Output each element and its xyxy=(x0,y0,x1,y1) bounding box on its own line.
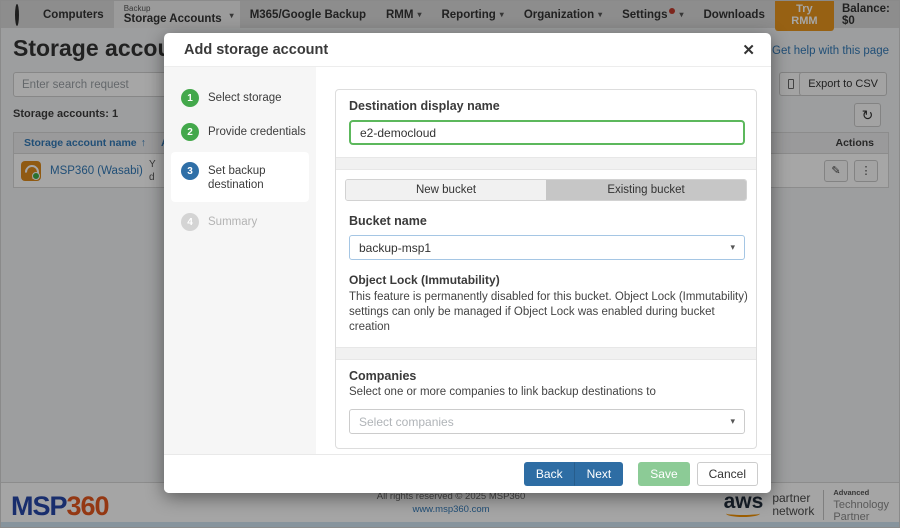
next-button[interactable]: Next xyxy=(575,462,624,486)
modal-header: Add storage account ✕ xyxy=(164,33,771,67)
companies-description: Select one or more companies to link bac… xyxy=(349,385,751,400)
step-1-label: Select storage xyxy=(208,89,282,105)
step-2-circle: 2 xyxy=(181,123,199,141)
chevron-down-icon: ▾ xyxy=(730,416,735,427)
form-panel: Destination display name New bucket Exis… xyxy=(335,89,757,449)
display-name-section: Destination display name xyxy=(336,90,756,157)
back-button[interactable]: Back xyxy=(524,462,575,486)
modal-body: 1 Select storage 2 Provide credentials 3… xyxy=(164,67,771,454)
step-summary: 4 Summary xyxy=(164,205,316,239)
wizard-content: Destination display name New bucket Exis… xyxy=(316,67,771,454)
step-2-label: Provide credentials xyxy=(208,123,306,139)
bucket-mode-tabs: New bucket Existing bucket xyxy=(345,179,747,201)
companies-select[interactable]: Select companies ▾ xyxy=(349,409,745,434)
object-lock-description: This feature is permanently disabled for… xyxy=(349,290,751,335)
display-name-label: Destination display name xyxy=(349,99,743,113)
tab-new-bucket[interactable]: New bucket xyxy=(346,180,546,200)
step-1-circle: 1 xyxy=(181,89,199,107)
modal-title: Add storage account xyxy=(184,42,328,58)
bucket-section: New bucket Existing bucket Bucket name b… xyxy=(336,170,756,347)
step-set-backup-destination[interactable]: 3 Set backup destination xyxy=(171,152,309,202)
add-storage-account-modal: Add storage account ✕ 1 Select storage 2… xyxy=(164,33,771,493)
display-name-input[interactable] xyxy=(349,120,745,145)
cancel-button[interactable]: Cancel xyxy=(697,462,758,486)
close-icon[interactable]: ✕ xyxy=(742,41,755,59)
bucket-name-select[interactable]: backup-msp1 ▾ xyxy=(349,235,745,260)
chevron-down-icon: ▾ xyxy=(730,242,735,253)
section-divider xyxy=(336,347,756,360)
step-4-circle: 4 xyxy=(181,213,199,231)
step-3-circle: 3 xyxy=(181,162,199,180)
app-window: Computers Backup Storage Accounts ▾ M365… xyxy=(0,0,900,528)
companies-placeholder: Select companies xyxy=(359,415,454,429)
wizard-steps: 1 Select storage 2 Provide credentials 3… xyxy=(164,67,316,454)
step-3-label: Set backup destination xyxy=(208,162,296,192)
step-provide-credentials[interactable]: 2 Provide credentials xyxy=(164,115,316,149)
modal-footer: Back Next Save Cancel xyxy=(164,454,771,493)
step-4-label: Summary xyxy=(208,213,257,229)
companies-label: Companies xyxy=(349,369,743,383)
object-lock-title: Object Lock (Immutability) xyxy=(349,273,743,287)
tab-existing-bucket[interactable]: Existing bucket xyxy=(546,180,746,200)
save-button[interactable]: Save xyxy=(638,462,689,486)
companies-section: Companies Select one or more companies t… xyxy=(336,360,756,446)
bucket-name-value: backup-msp1 xyxy=(359,241,431,255)
section-divider xyxy=(336,157,756,170)
step-select-storage[interactable]: 1 Select storage xyxy=(164,81,316,115)
bucket-name-label: Bucket name xyxy=(349,214,743,228)
back-next-group: Back Next xyxy=(524,462,623,486)
